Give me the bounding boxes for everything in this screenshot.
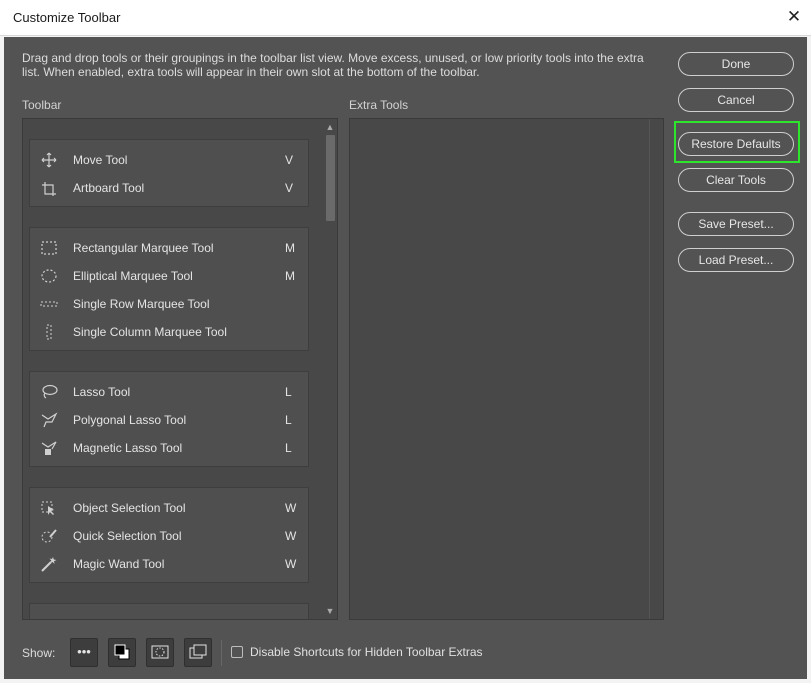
tool-row[interactable]: Polygonal Lasso Tool L (30, 406, 310, 434)
separator (221, 640, 222, 666)
tool-name: Magic Wand Tool (73, 557, 165, 571)
toolbar-list[interactable]: Move Tool V Artboard Tool V Rectangular … (22, 118, 338, 620)
extra-tools-scrollbar[interactable] (649, 119, 663, 619)
tool-shortcut: W (285, 501, 297, 515)
rect-marquee-icon (40, 240, 58, 256)
quick-mask-icon[interactable] (146, 638, 174, 667)
fg-bg-color-icon[interactable] (108, 638, 136, 667)
tool-name: Quick Selection Tool (73, 529, 182, 543)
tool-name: Polygonal Lasso Tool (73, 413, 187, 427)
disable-shortcuts-label[interactable]: Disable Shortcuts for Hidden Toolbar Ext… (250, 645, 483, 659)
row-marquee-icon (40, 296, 58, 312)
tool-shortcut: M (285, 269, 295, 283)
tool-row[interactable]: Move Tool V (30, 146, 310, 174)
done-button[interactable]: Done (678, 52, 794, 76)
tool-shortcut: V (285, 181, 294, 195)
polygonal-lasso-icon (40, 412, 58, 428)
tool-shortcut: W (285, 529, 297, 543)
toolbar-list-scrollbar[interactable]: ▲ ▼ (323, 119, 337, 619)
tool-row[interactable]: Lasso Tool L (30, 378, 310, 406)
disable-shortcuts-checkbox[interactable] (231, 646, 243, 658)
tool-row[interactable]: Elliptical Marquee Tool M (30, 262, 310, 290)
clear-tools-button[interactable]: Clear Tools (678, 168, 794, 192)
tool-name: Rectangular Marquee Tool (73, 241, 214, 255)
restore-defaults-button[interactable]: Restore Defaults (678, 132, 794, 156)
tool-row[interactable]: Object Selection Tool W (30, 494, 310, 522)
tool-row[interactable]: Artboard Tool V (30, 174, 310, 202)
tool-shortcut: M (285, 241, 295, 255)
tool-row[interactable]: Rectangular Marquee Tool M (30, 234, 310, 262)
quick-selection-icon (40, 528, 58, 544)
tool-name: Object Selection Tool (73, 501, 186, 515)
extra-tools-list[interactable] (349, 118, 664, 620)
ellipse-marquee-icon (40, 268, 58, 284)
scrollbar-thumb[interactable] (326, 135, 335, 221)
screen-mode-icon[interactable] (184, 638, 212, 667)
tool-name: Move Tool (73, 153, 128, 167)
tool-shortcut: L (285, 385, 292, 399)
artboard-icon (40, 180, 58, 196)
tool-group-move[interactable]: Move Tool V Artboard Tool V (29, 139, 309, 207)
window-title: Customize Toolbar (13, 10, 121, 25)
tool-shortcut: W (285, 557, 297, 571)
tool-group-partial[interactable] (29, 603, 309, 619)
tool-group-marquee[interactable]: Rectangular Marquee Tool M Elliptical Ma… (29, 227, 309, 351)
extra-tools-label: Extra Tools (349, 98, 409, 112)
tool-name: Elliptical Marquee Tool (73, 269, 193, 283)
column-marquee-icon (40, 324, 58, 340)
more-dots-icon[interactable]: ••• (70, 638, 98, 667)
object-selection-icon (40, 500, 58, 516)
close-icon[interactable]: ✕ (783, 6, 805, 28)
tool-shortcut: V (285, 153, 294, 167)
scroll-up-icon[interactable]: ▲ (325, 122, 335, 132)
tool-group-lasso[interactable]: Lasso Tool L Polygonal Lasso Tool L Magn… (29, 371, 309, 467)
tool-row[interactable]: Magic Wand Tool W (30, 550, 310, 578)
description-text: Drag and drop tools or their groupings i… (22, 51, 644, 79)
tool-row[interactable]: Magnetic Lasso Tool L (30, 434, 310, 462)
title-bar: Customize Toolbar ✕ (0, 0, 811, 36)
tool-shortcut: L (285, 413, 292, 427)
tool-name: Single Column Marquee Tool (73, 325, 227, 339)
tool-shortcut: L (285, 441, 292, 455)
magnetic-lasso-icon (40, 440, 58, 456)
tool-row[interactable]: Single Row Marquee Tool (30, 290, 310, 318)
toolbar-list-label: Toolbar (22, 98, 62, 112)
tool-name: Lasso Tool (73, 385, 131, 399)
tool-name: Magnetic Lasso Tool (73, 441, 183, 455)
tool-row[interactable]: Single Column Marquee Tool (30, 318, 310, 346)
tool-row[interactable]: Quick Selection Tool W (30, 522, 310, 550)
customize-toolbar-dialog: Drag and drop tools or their groupings i… (4, 37, 807, 679)
move-icon (40, 152, 58, 168)
tool-name: Single Row Marquee Tool (73, 297, 210, 311)
scroll-down-icon[interactable]: ▼ (325, 606, 335, 616)
show-label: Show: (22, 646, 56, 660)
tool-name: Artboard Tool (73, 181, 145, 195)
tool-group-selection[interactable]: Object Selection Tool W Quick Selection … (29, 487, 309, 583)
magic-wand-icon (40, 556, 58, 572)
save-preset-button[interactable]: Save Preset... (678, 212, 794, 236)
load-preset-button[interactable]: Load Preset... (678, 248, 794, 272)
lasso-icon (40, 384, 58, 400)
cancel-button[interactable]: Cancel (678, 88, 794, 112)
